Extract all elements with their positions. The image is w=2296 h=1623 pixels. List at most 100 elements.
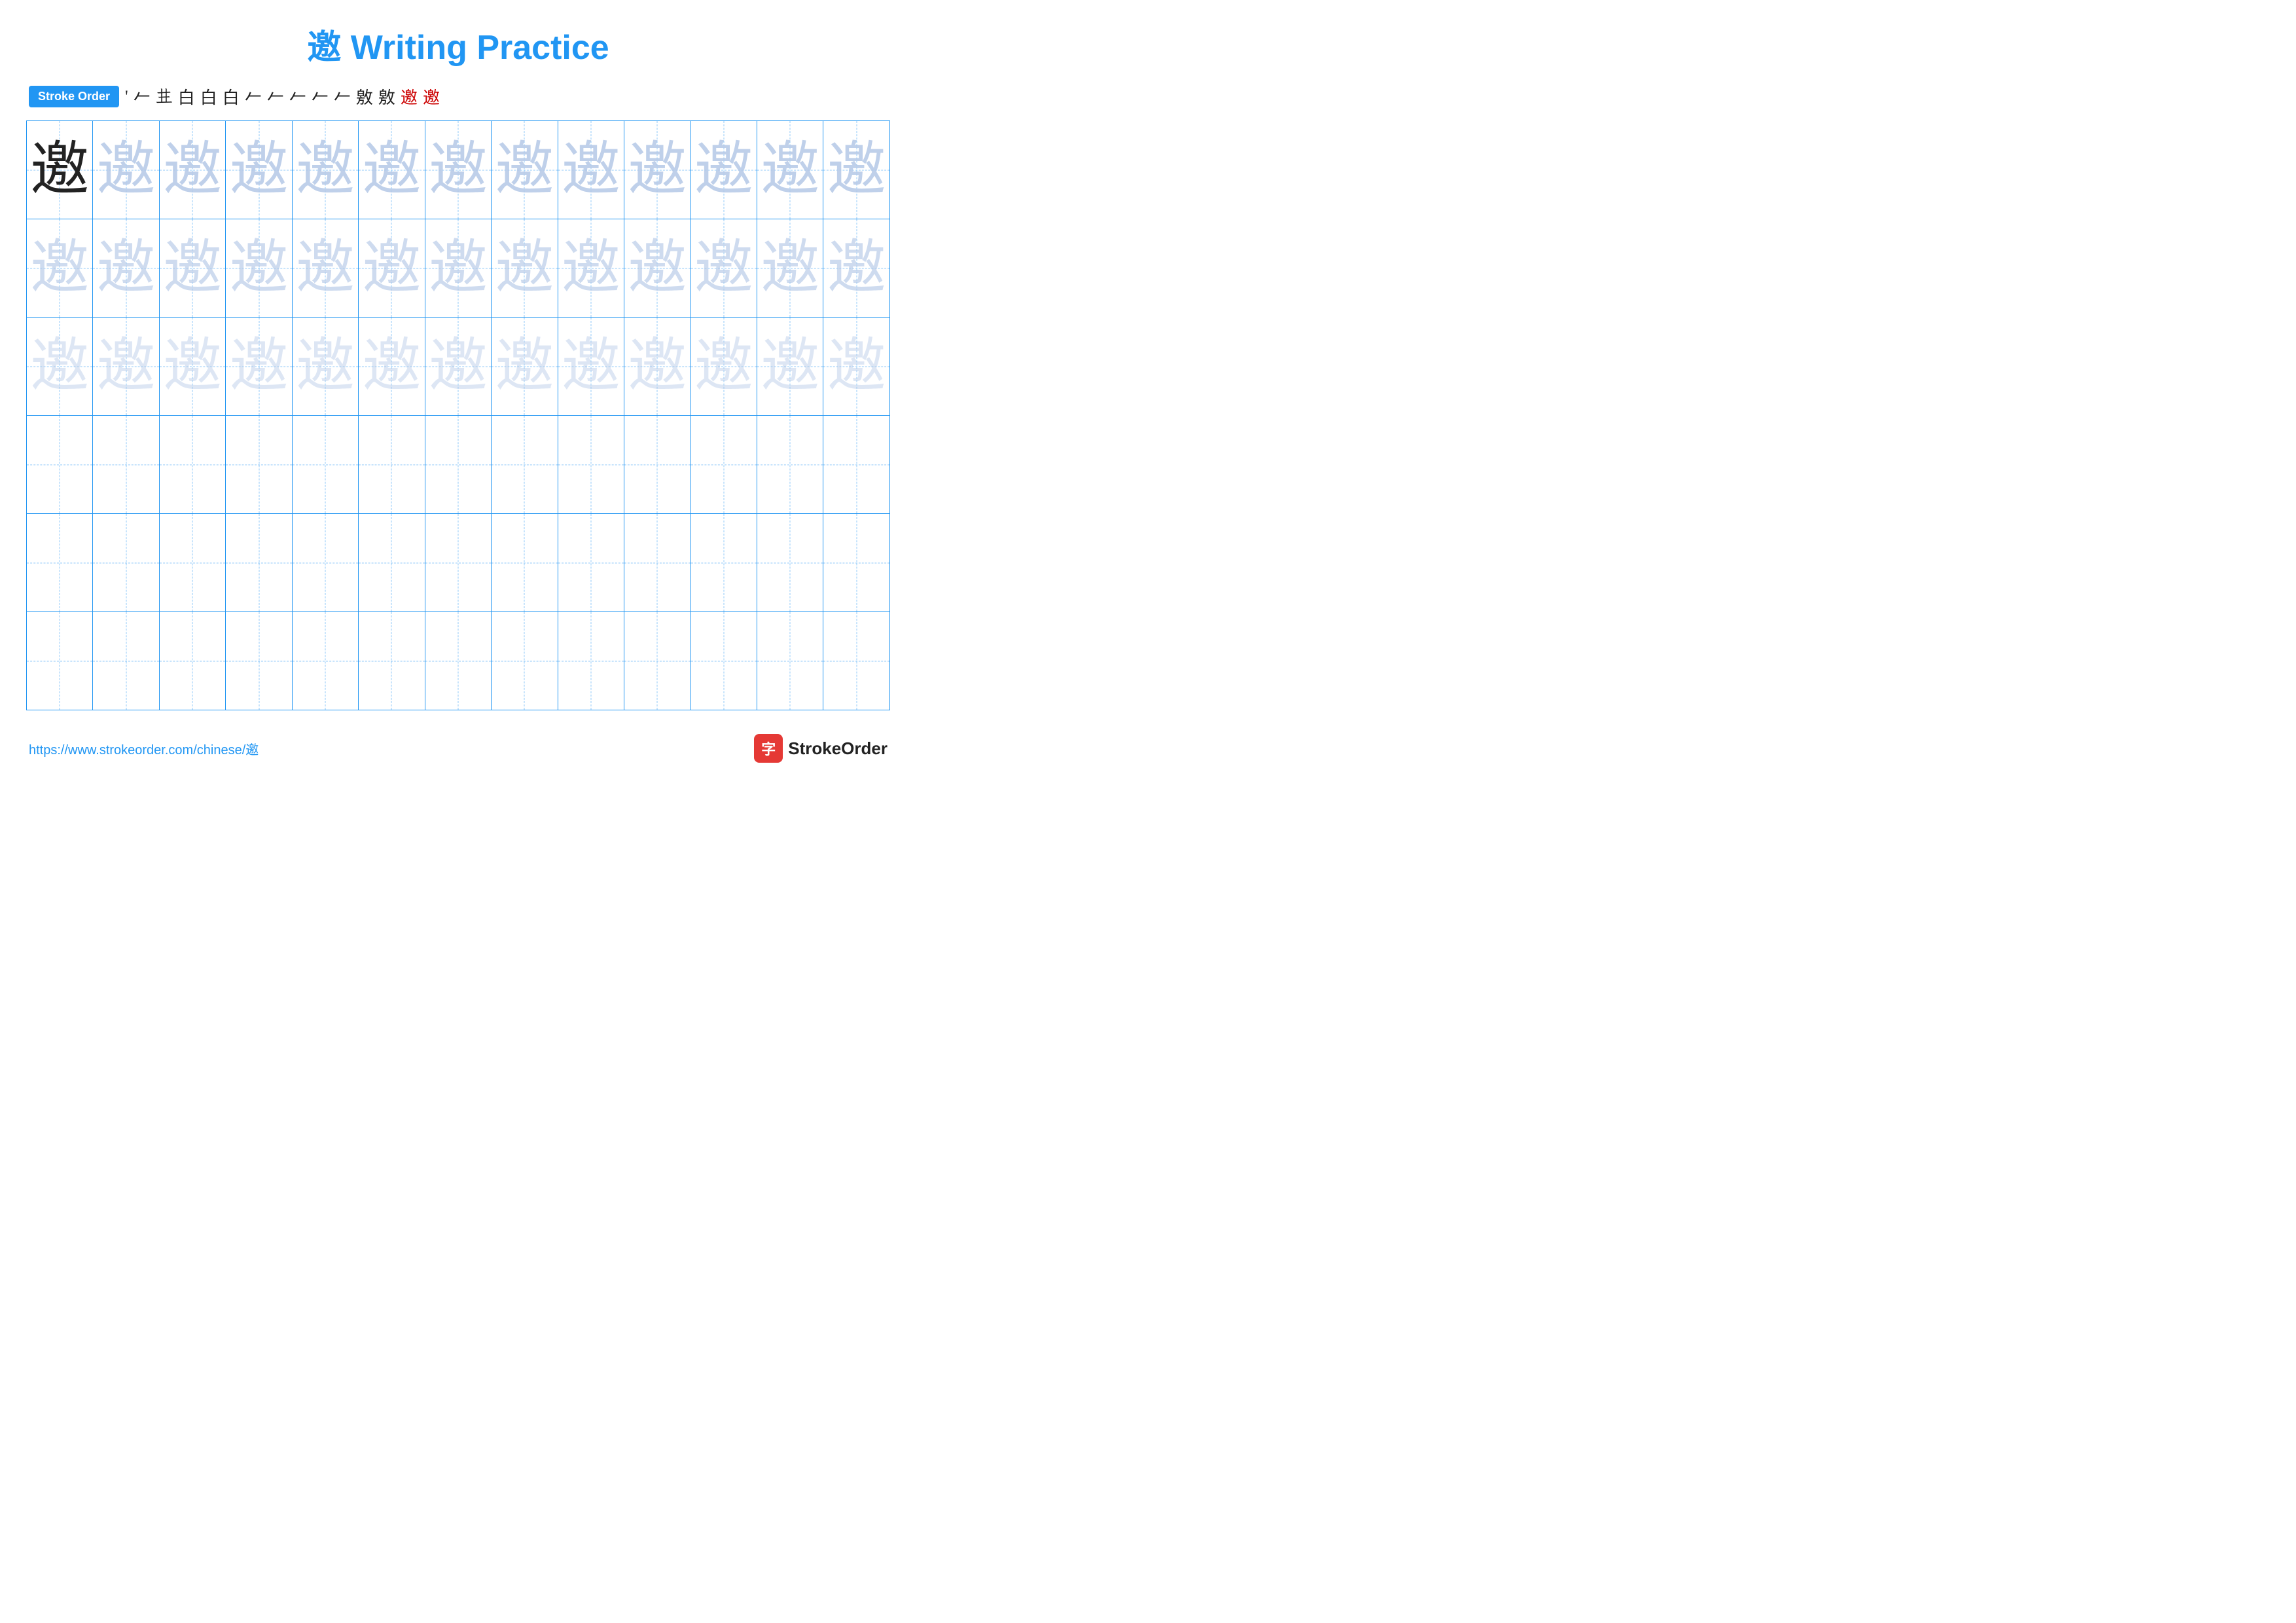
grid-cell[interactable] — [624, 514, 691, 612]
grid-cell[interactable] — [425, 612, 491, 710]
grid-cell[interactable] — [823, 514, 890, 612]
grid-cell[interactable] — [691, 612, 757, 710]
grid-cell[interactable] — [159, 612, 225, 710]
stroke-char-2: 𠂉 — [132, 84, 152, 109]
grid-cell[interactable]: 邀 — [93, 318, 159, 416]
grid-cell[interactable]: 邀 — [226, 121, 292, 219]
stroke-order-badge: Stroke Order — [29, 86, 119, 107]
grid-cell[interactable] — [359, 416, 425, 514]
footer-url[interactable]: https://www.strokeorder.com/chinese/邀 — [29, 739, 259, 758]
grid-cell[interactable]: 邀 — [425, 318, 491, 416]
grid-cell[interactable]: 邀 — [624, 121, 691, 219]
grid-cell[interactable]: 邀 — [757, 318, 823, 416]
grid-cell[interactable]: 邀 — [691, 121, 757, 219]
grid-cell[interactable]: 邀 — [226, 219, 292, 318]
grid-cell[interactable] — [159, 514, 225, 612]
grid-cell[interactable] — [492, 514, 558, 612]
practice-char: 邀 — [761, 337, 819, 396]
grid-cell[interactable] — [292, 416, 358, 514]
grid-cell[interactable] — [226, 416, 292, 514]
grid-cell[interactable]: 邀 — [292, 219, 358, 318]
grid-cell[interactable] — [425, 514, 491, 612]
grid-cell[interactable] — [757, 612, 823, 710]
grid-cell[interactable] — [359, 514, 425, 612]
grid-row-6 — [27, 612, 890, 710]
grid-cell[interactable] — [558, 612, 624, 710]
grid-cell[interactable] — [226, 612, 292, 710]
grid-cell[interactable]: 邀 — [823, 318, 890, 416]
grid-cell[interactable]: 邀 — [823, 219, 890, 318]
grid-cell[interactable]: 邀 — [558, 121, 624, 219]
grid-cell[interactable]: 邀 — [757, 121, 823, 219]
practice-char: 邀 — [761, 141, 819, 200]
grid-cell[interactable]: 邀 — [558, 318, 624, 416]
grid-row-3: 邀 邀 邀 邀 邀 邀 邀 邀 邀 邀 邀 邀 邀 — [27, 318, 890, 416]
grid-cell[interactable]: 邀 — [93, 121, 159, 219]
grid-cell[interactable]: 邀 — [226, 318, 292, 416]
grid-cell[interactable] — [27, 612, 93, 710]
grid-cell[interactable]: 邀 — [691, 219, 757, 318]
practice-char: 邀 — [163, 141, 222, 200]
grid-cell[interactable]: 邀 — [425, 121, 491, 219]
practice-char: 邀 — [296, 337, 355, 396]
practice-char: 邀 — [628, 141, 687, 200]
practice-char: 邀 — [163, 239, 222, 298]
grid-cell[interactable] — [27, 416, 93, 514]
grid-cell[interactable] — [425, 416, 491, 514]
grid-cell[interactable] — [691, 416, 757, 514]
grid-cell[interactable]: 邀 — [492, 318, 558, 416]
grid-cell[interactable] — [492, 612, 558, 710]
grid-cell[interactable]: 邀 — [691, 318, 757, 416]
practice-char: 邀 — [628, 239, 687, 298]
grid-cell[interactable] — [823, 612, 890, 710]
grid-cell[interactable] — [226, 514, 292, 612]
practice-char: 邀 — [761, 239, 819, 298]
grid-cell[interactable]: 邀 — [359, 121, 425, 219]
practice-char: 邀 — [694, 239, 753, 298]
grid-cell[interactable] — [757, 416, 823, 514]
stroke-char-6: 白 — [221, 84, 242, 109]
grid-cell[interactable]: 邀 — [492, 219, 558, 318]
grid-cell[interactable] — [823, 416, 890, 514]
grid-cell[interactable] — [757, 514, 823, 612]
grid-cell[interactable]: 邀 — [425, 219, 491, 318]
grid-cell[interactable] — [624, 416, 691, 514]
grid-cell[interactable]: 邀 — [292, 121, 358, 219]
grid-cell[interactable]: 邀 — [823, 121, 890, 219]
grid-cell[interactable]: 邀 — [159, 318, 225, 416]
grid-cell[interactable] — [27, 514, 93, 612]
practice-char: 邀 — [827, 141, 886, 200]
grid-cell[interactable] — [93, 416, 159, 514]
grid-cell[interactable] — [292, 514, 358, 612]
grid-cell[interactable] — [292, 612, 358, 710]
grid-cell[interactable]: 邀 — [492, 121, 558, 219]
grid-cell[interactable]: 邀 — [558, 219, 624, 318]
grid-cell[interactable]: 邀 — [359, 219, 425, 318]
grid-cell[interactable] — [558, 416, 624, 514]
grid-cell[interactable] — [93, 514, 159, 612]
page-title: 邀 Writing Practice — [26, 20, 890, 69]
grid-cell[interactable]: 邀 — [159, 219, 225, 318]
grid-cell[interactable]: 邀 — [624, 219, 691, 318]
grid-cell[interactable] — [558, 514, 624, 612]
practice-char: 邀 — [362, 337, 421, 396]
practice-grid: 邀 邀 邀 邀 邀 邀 邀 邀 邀 邀 邀 邀 邀 邀 邀 邀 邀 邀 邀 邀 … — [26, 120, 890, 710]
grid-cell[interactable]: 邀 — [757, 219, 823, 318]
grid-cell[interactable]: 邀 — [27, 121, 93, 219]
grid-cell[interactable]: 邀 — [292, 318, 358, 416]
grid-cell[interactable] — [624, 612, 691, 710]
stroke-chars: ' 𠂉 𠀎 白 白 白 𠂉 𠂉 𠂉 𠂉 𠂉 敫 敫 邀 邀 — [123, 84, 442, 109]
grid-cell[interactable] — [359, 612, 425, 710]
grid-cell[interactable]: 邀 — [93, 219, 159, 318]
grid-cell[interactable]: 邀 — [359, 318, 425, 416]
practice-char: 邀 — [362, 239, 421, 298]
grid-cell[interactable] — [159, 416, 225, 514]
grid-cell[interactable] — [691, 514, 757, 612]
grid-cell[interactable]: 邀 — [27, 219, 93, 318]
grid-cell[interactable]: 邀 — [27, 318, 93, 416]
grid-cell[interactable]: 邀 — [624, 318, 691, 416]
grid-cell[interactable] — [492, 416, 558, 514]
practice-char: 邀 — [429, 141, 488, 200]
grid-cell[interactable]: 邀 — [159, 121, 225, 219]
grid-cell[interactable] — [93, 612, 159, 710]
